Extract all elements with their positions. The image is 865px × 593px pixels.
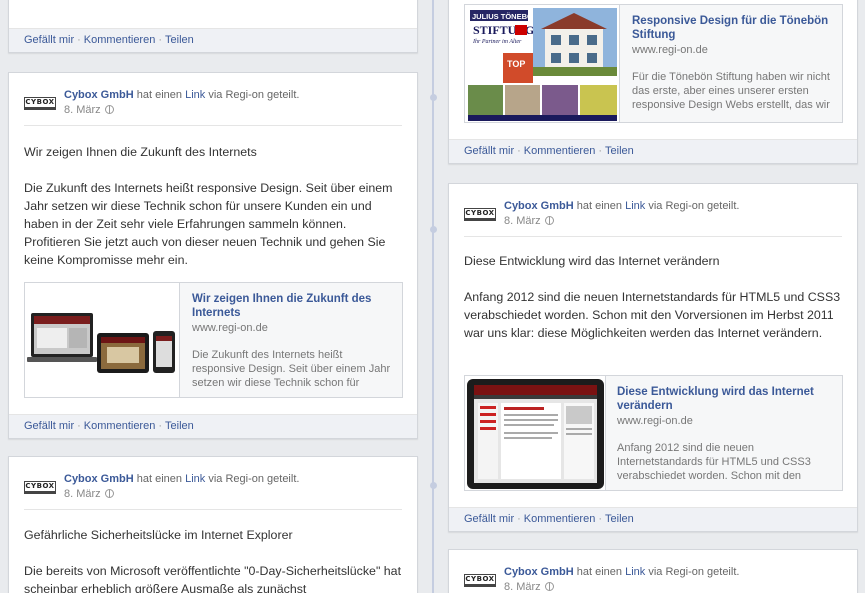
cybox-logo: CYBOX: [464, 208, 496, 221]
link-description: Für die Tönebön Stiftung haben wir nicht…: [632, 71, 830, 111]
stiftung-collage-image: JULIUS TÖNEBÖN JULIUS TÖNEBÖN STIFTUNG I…: [465, 5, 619, 122]
share-link[interactable]: Teilen: [605, 145, 634, 157]
link-word[interactable]: Link: [185, 89, 205, 101]
sign-text-line1: JULIUS TÖNEBÖN: [472, 12, 538, 21]
post-text: Gefährliche Sicherheitslücke im Internet…: [24, 528, 402, 593]
post-actions: Gefällt mir · Kommentieren · Teilen: [9, 414, 417, 438]
link-thumbnail: JULIUS TÖNEBÖN JULIUS TÖNEBÖN STIFTUNG I…: [465, 5, 620, 122]
post-header: CYBOX Cybox GmbH hat einen Link via Regi…: [24, 88, 402, 126]
link-info: Responsive Design für die Tönebön Stiftu…: [632, 14, 832, 112]
like-link[interactable]: Gefällt mir: [464, 513, 514, 525]
post-header: CYBOX Cybox GmbH hat einen Link via Regi…: [464, 199, 842, 237]
link-word[interactable]: Link: [185, 473, 205, 485]
link-preview[interactable]: Diese Entwicklung wird das Internet verä…: [464, 375, 843, 491]
post-text: Wir zeigen Ihnen die Zukunft des Interne…: [24, 145, 393, 267]
post-attribution: Cybox GmbH hat einen Link via Regi-on ge…: [64, 89, 300, 101]
comment-link[interactable]: Kommentieren: [524, 145, 596, 157]
timeline-dot: [430, 482, 437, 489]
post-date[interactable]: 8. März: [64, 488, 114, 500]
page-name-link[interactable]: Cybox GmbH: [64, 473, 134, 485]
timeline-dot: [430, 226, 437, 233]
tablet-image: [465, 376, 605, 490]
post-header: CYBOX Cybox GmbH hat einen Link via Regi…: [24, 472, 402, 510]
cybox-logo: CYBOX: [24, 481, 56, 494]
page-name-link[interactable]: Cybox GmbH: [504, 200, 574, 212]
comment-link[interactable]: Kommentieren: [84, 420, 156, 432]
page-name-link[interactable]: Cybox GmbH: [504, 566, 574, 578]
like-link[interactable]: Gefällt mir: [464, 145, 514, 157]
globe-icon: [104, 489, 114, 498]
comment-link[interactable]: Kommentieren: [524, 513, 596, 525]
link-url: www.regi-on.de: [617, 415, 693, 427]
top-badge: TOP: [507, 59, 525, 69]
sign-text-line3: Ihr Partner im Alter: [472, 39, 522, 45]
link-url: www.regi-on.de: [192, 322, 268, 334]
timeline-dot: [430, 94, 437, 101]
post-date[interactable]: 8. März: [504, 581, 554, 593]
post-actions: Gefällt mir · Kommentieren · Teilen: [449, 139, 857, 163]
link-preview[interactable]: Wir zeigen Ihnen die Zukunft des Interne…: [24, 282, 403, 398]
link-title[interactable]: Diese Entwicklung wird das Internet verä…: [617, 385, 832, 413]
post-text: Diese Entwicklung wird das Internet verä…: [464, 254, 841, 340]
timeline-post-partial: JULIUS TÖNEBÖN JULIUS TÖNEBÖN STIFTUNG I…: [448, 0, 858, 164]
timeline-post: CYBOX Cybox GmbH hat einen Link via Regi…: [448, 549, 858, 593]
post-attribution: Cybox GmbH hat einen Link via Regi-on ge…: [64, 473, 300, 485]
cybox-logo: CYBOX: [24, 97, 56, 110]
link-title[interactable]: Responsive Design für die Tönebön Stiftu…: [632, 14, 832, 42]
post-attribution: Cybox GmbH hat einen Link via Regi-on ge…: [504, 566, 740, 578]
timeline-post: CYBOX Cybox GmbH hat einen Link via Regi…: [8, 72, 418, 439]
timeline-post: CYBOX Cybox GmbH hat einen Link via Regi…: [448, 183, 858, 532]
share-link[interactable]: Teilen: [605, 513, 634, 525]
link-url: www.regi-on.de: [632, 44, 708, 56]
link-info: Wir zeigen Ihnen die Zukunft des Interne…: [192, 292, 392, 390]
globe-icon: [544, 582, 554, 591]
post-date[interactable]: 8. März: [64, 104, 114, 116]
timeline-post: CYBOX Cybox GmbH hat einen Link via Regi…: [8, 456, 418, 593]
devices-image: [27, 313, 175, 373]
timeline-spine: [432, 0, 434, 593]
post-actions: Gefällt mir · Kommentieren · Teilen: [9, 28, 417, 52]
link-thumbnail: [25, 283, 180, 397]
like-link[interactable]: Gefällt mir: [24, 34, 74, 46]
cybox-logo: CYBOX: [464, 574, 496, 587]
link-info: Diese Entwicklung wird das Internet verä…: [617, 385, 832, 483]
link-title[interactable]: Wir zeigen Ihnen die Zukunft des Interne…: [192, 292, 392, 320]
globe-icon: [544, 216, 554, 225]
page-name-link[interactable]: Cybox GmbH: [64, 89, 134, 101]
link-word[interactable]: Link: [625, 200, 645, 212]
share-link[interactable]: Teilen: [165, 34, 194, 46]
globe-icon: [104, 105, 114, 114]
post-actions: Gefällt mir · Kommentieren · Teilen: [449, 507, 857, 531]
link-word[interactable]: Link: [625, 566, 645, 578]
share-link[interactable]: Teilen: [165, 420, 194, 432]
link-description: Die Zukunft des Internets heißt responsi…: [192, 349, 391, 389]
link-description: Anfang 2012 sind die neuen Internetstand…: [617, 442, 811, 482]
link-thumbnail: [465, 376, 606, 490]
comment-link[interactable]: Kommentieren: [84, 34, 156, 46]
like-link[interactable]: Gefällt mir: [24, 420, 74, 432]
timeline-post-partial: Gefällt mir · Kommentieren · Teilen: [8, 0, 418, 53]
post-date[interactable]: 8. März: [504, 215, 554, 227]
post-header: CYBOX Cybox GmbH hat einen Link via Regi…: [464, 565, 842, 593]
link-preview[interactable]: JULIUS TÖNEBÖN JULIUS TÖNEBÖN STIFTUNG I…: [464, 4, 843, 123]
post-attribution: Cybox GmbH hat einen Link via Regi-on ge…: [504, 200, 740, 212]
